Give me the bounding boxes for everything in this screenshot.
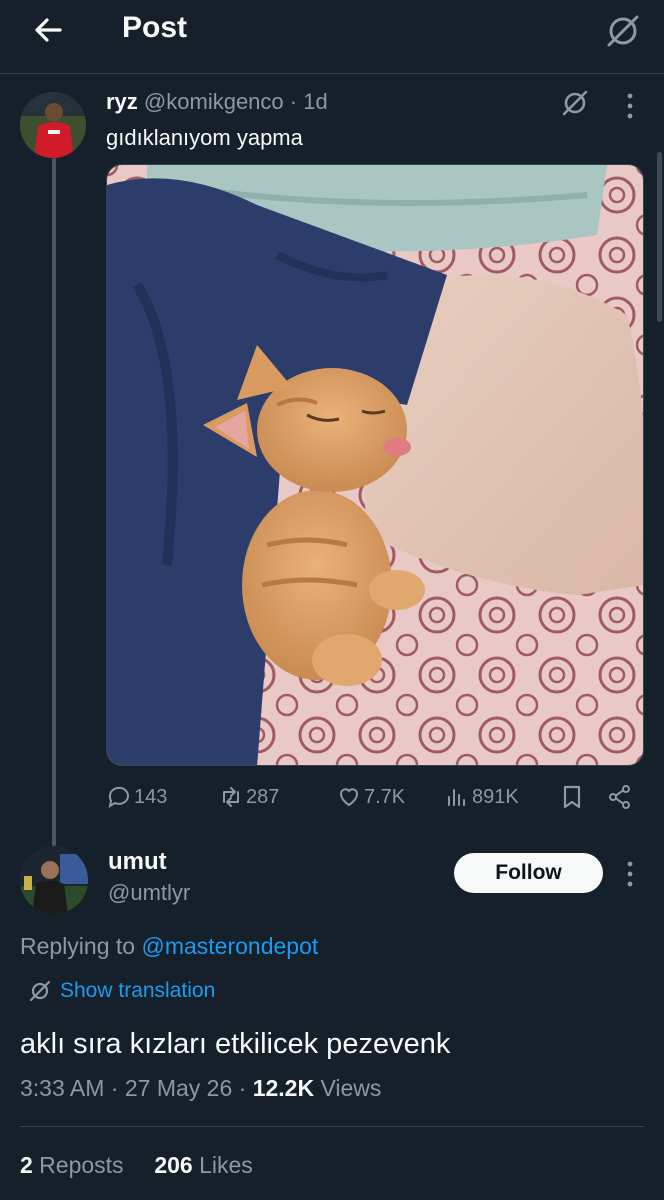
likes-stat[interactable]: 206 Likes xyxy=(154,1152,252,1178)
engagement-stats: 2 Reposts 206 Likes xyxy=(20,1152,253,1179)
more-options-icon[interactable] xyxy=(620,90,640,122)
reply-count: 143 xyxy=(134,785,168,808)
author-name[interactable]: umut xyxy=(108,848,167,876)
post-media-photo[interactable] xyxy=(106,164,644,766)
post-header: ryz @komikgenco · 1d xyxy=(106,89,328,115)
separator-dot: · xyxy=(110,1075,119,1101)
views-chart-icon xyxy=(448,789,465,806)
replying-handle-link[interactable]: @masterondepot xyxy=(141,933,318,959)
top-app-bar: Post xyxy=(0,0,664,74)
post-age[interactable]: 1d xyxy=(303,89,327,114)
grok-icon[interactable] xyxy=(560,88,590,118)
grok-icon[interactable] xyxy=(604,12,642,50)
like-count: 7.7K xyxy=(364,785,406,808)
share-icon[interactable] xyxy=(606,783,634,811)
page-title: Post xyxy=(122,11,188,44)
grok-icon xyxy=(29,980,51,1002)
separator-dot: · xyxy=(238,1075,247,1101)
thread-connector-line xyxy=(52,158,56,846)
show-translation-button[interactable]: Show translation xyxy=(28,977,215,1005)
separator-dot: · xyxy=(289,89,298,114)
reposts-stat[interactable]: 2 Reposts xyxy=(20,1152,124,1178)
repost-count: 287 xyxy=(246,785,280,808)
post-text: gıdıklanıyom yapma xyxy=(106,125,303,150)
replying-prefix: Replying to xyxy=(20,933,142,959)
reply-text: aklı sıra kızları etkilicek pezevenk xyxy=(20,1028,451,1060)
heart-icon xyxy=(340,788,358,807)
reply-action[interactable]: 143 xyxy=(106,782,167,812)
reply-icon xyxy=(108,786,129,809)
show-translation-label: Show translation xyxy=(60,979,216,1002)
author-handle[interactable]: @umtlyr xyxy=(108,880,190,906)
repost-action[interactable]: 287 xyxy=(218,782,279,812)
views-label: Views xyxy=(314,1075,382,1101)
post-time[interactable]: 3:33 AM xyxy=(20,1075,104,1101)
post-date[interactable]: 27 May 26 xyxy=(125,1075,232,1101)
views-count: 12.2K xyxy=(252,1075,315,1101)
author-handle[interactable]: @komikgenco xyxy=(144,89,284,114)
scrollbar[interactable] xyxy=(657,152,662,322)
post-action-bar: 143 287 7.7K 891K xyxy=(106,782,644,812)
author-name[interactable]: ryz xyxy=(106,89,138,114)
post-timestamp-line: 3:33 AM · 27 May 26 · 12.2K Views xyxy=(20,1075,381,1102)
avatar[interactable] xyxy=(20,846,88,914)
likes-label: Likes xyxy=(192,1152,253,1178)
divider xyxy=(20,1126,644,1127)
like-action[interactable]: 7.7K xyxy=(336,782,405,812)
views-action[interactable]: 891K xyxy=(444,782,519,812)
kitten-photo xyxy=(107,165,643,765)
replying-to-line: Replying to @masterondepot xyxy=(20,933,318,960)
reposts-count: 2 xyxy=(20,1152,33,1178)
reposts-label: Reposts xyxy=(32,1152,124,1178)
arrow-left-icon[interactable] xyxy=(30,12,66,48)
repost-icon xyxy=(223,787,239,807)
bookmark-icon[interactable] xyxy=(558,783,586,811)
avatar-photo xyxy=(20,846,88,914)
more-options-icon[interactable] xyxy=(620,858,640,890)
avatar[interactable] xyxy=(20,92,86,158)
likes-count: 206 xyxy=(154,1152,193,1178)
views-count: 891K xyxy=(472,785,519,808)
avatar-photo xyxy=(20,92,86,158)
follow-button[interactable]: Follow xyxy=(454,853,603,893)
